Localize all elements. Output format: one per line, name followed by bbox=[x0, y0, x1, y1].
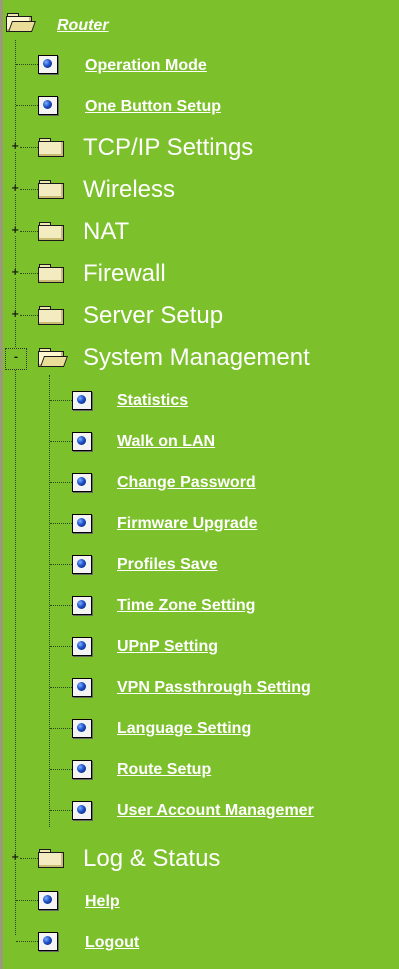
page-icon bbox=[38, 96, 58, 115]
page-icon bbox=[38, 891, 58, 910]
expand-icon[interactable]: + bbox=[11, 853, 19, 863]
page-icon bbox=[72, 473, 92, 492]
tree-connector-line bbox=[15, 40, 16, 935]
folder-icon bbox=[38, 222, 64, 241]
page-icon bbox=[72, 719, 92, 738]
collapse-icon[interactable]: - bbox=[5, 348, 27, 370]
folder-label-server-setup[interactable]: Server Setup bbox=[83, 302, 223, 330]
page-icon bbox=[72, 514, 92, 533]
folder-label-nat[interactable]: NAT bbox=[83, 218, 129, 246]
page-icon bbox=[72, 555, 92, 574]
open-folder-icon bbox=[38, 348, 69, 367]
link-profiles-save[interactable]: Profiles Save bbox=[117, 556, 218, 574]
link-walk-on-lan[interactable]: Walk on LAN bbox=[117, 433, 215, 451]
folder-label-log-status[interactable]: Log & Status bbox=[83, 845, 220, 873]
page-icon bbox=[72, 801, 92, 820]
link-change-password[interactable]: Change Password bbox=[117, 474, 256, 492]
folder-icon bbox=[38, 138, 64, 157]
expand-icon[interactable]: + bbox=[11, 142, 19, 152]
link-logout[interactable]: Logout bbox=[85, 934, 139, 952]
navigation-tree: Router Operation Mode One Button Setup +… bbox=[0, 0, 399, 969]
link-operation-mode[interactable]: Operation Mode bbox=[85, 57, 207, 75]
folder-icon bbox=[38, 306, 64, 325]
root-label[interactable]: Router bbox=[57, 17, 109, 35]
page-icon bbox=[38, 932, 58, 951]
folder-label-wireless[interactable]: Wireless bbox=[83, 176, 175, 204]
link-user-account-management[interactable]: User Account Managemer bbox=[117, 802, 314, 820]
folder-label-system-management[interactable]: System Management bbox=[83, 344, 310, 372]
expand-icon[interactable]: + bbox=[11, 310, 19, 320]
expand-icon[interactable]: + bbox=[11, 184, 19, 194]
expand-icon[interactable]: + bbox=[11, 226, 19, 236]
link-statistics[interactable]: Statistics bbox=[117, 392, 188, 410]
folder-label-tcpip-settings[interactable]: TCP/IP Settings bbox=[83, 134, 253, 162]
page-icon bbox=[72, 760, 92, 779]
page-icon bbox=[72, 432, 92, 451]
page-icon bbox=[72, 391, 92, 410]
link-help[interactable]: Help bbox=[85, 893, 120, 911]
link-vpn-passthrough-setting[interactable]: VPN Passthrough Setting bbox=[117, 679, 311, 697]
link-upnp-setting[interactable]: UPnP Setting bbox=[117, 638, 218, 656]
folder-label-firewall[interactable]: Firewall bbox=[83, 260, 166, 288]
page-icon bbox=[72, 678, 92, 697]
open-folder-icon bbox=[6, 13, 37, 32]
tree-connector-line bbox=[49, 375, 50, 827]
expand-icon[interactable]: + bbox=[11, 268, 19, 278]
left-border bbox=[0, 0, 3, 969]
page-icon bbox=[72, 596, 92, 615]
link-firmware-upgrade[interactable]: Firmware Upgrade bbox=[117, 515, 257, 533]
link-route-setup[interactable]: Route Setup bbox=[117, 761, 211, 779]
page-icon bbox=[72, 637, 92, 656]
folder-icon bbox=[38, 849, 64, 868]
link-one-button-setup[interactable]: One Button Setup bbox=[85, 98, 221, 116]
folder-icon bbox=[38, 180, 64, 199]
link-language-setting[interactable]: Language Setting bbox=[117, 720, 251, 738]
page-icon bbox=[38, 55, 58, 74]
link-time-zone-setting[interactable]: Time Zone Setting bbox=[117, 597, 255, 615]
folder-icon bbox=[38, 264, 64, 283]
